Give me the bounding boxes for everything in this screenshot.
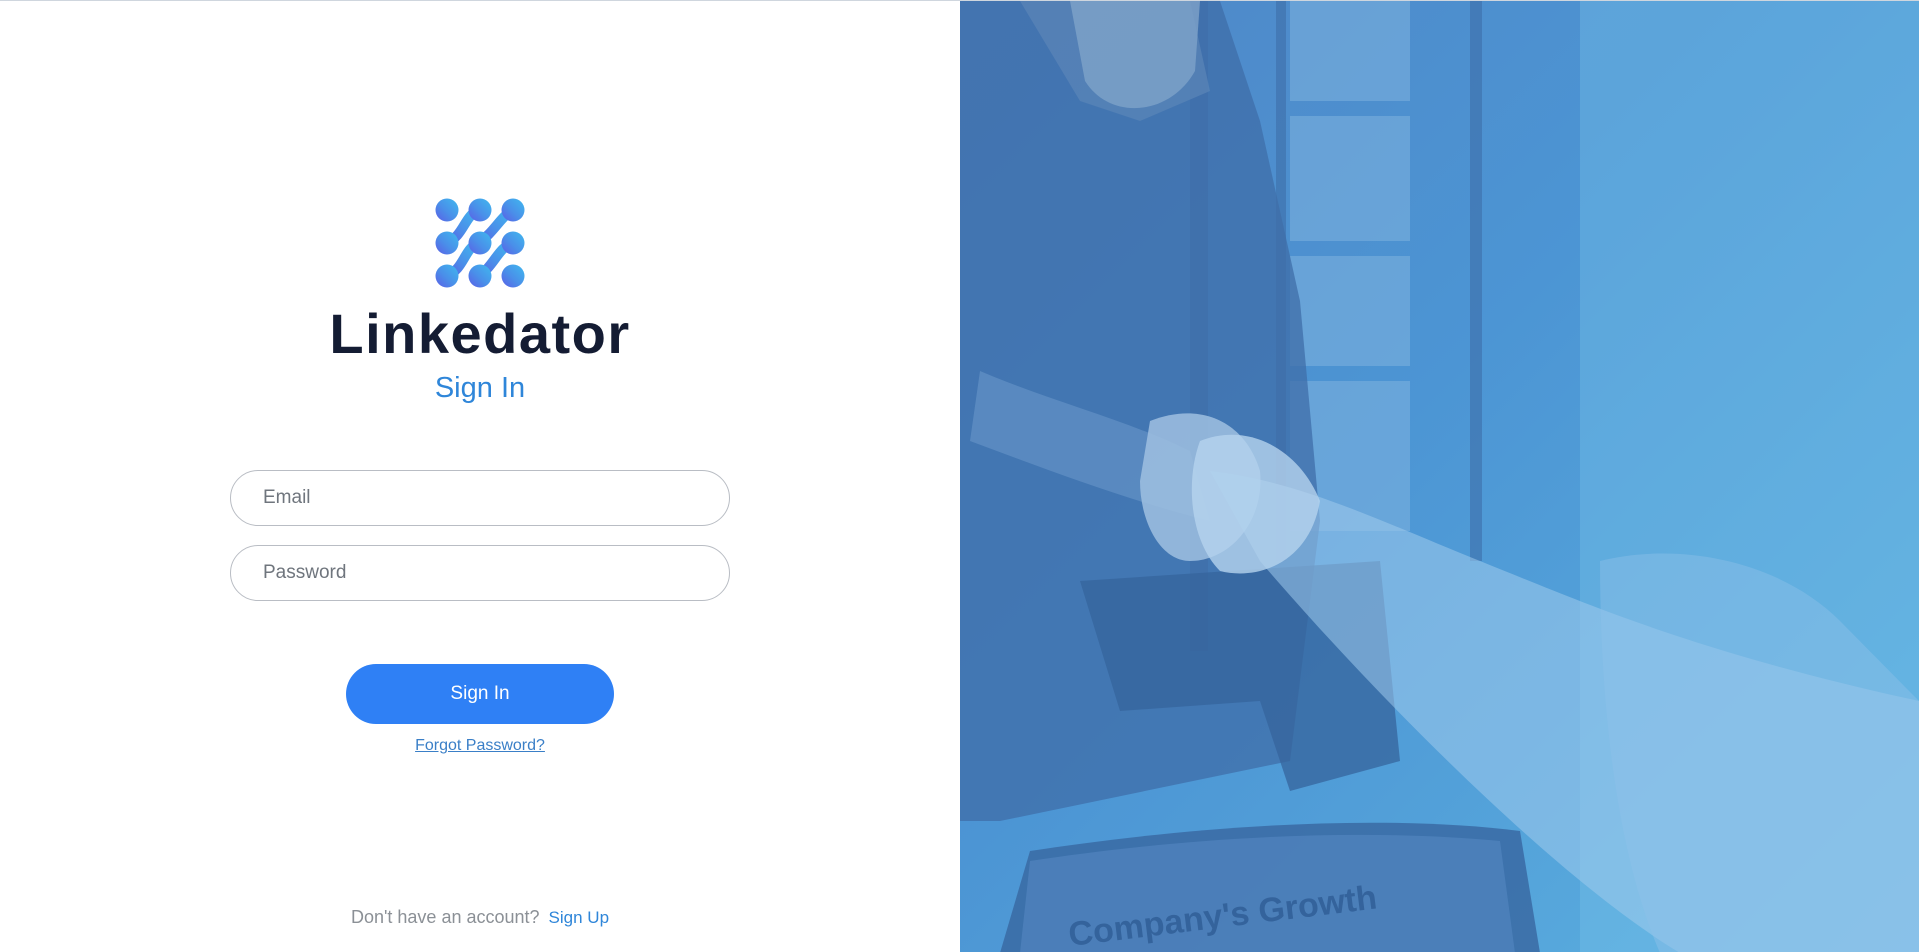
forgot-password-link[interactable]: Forgot Password? (415, 737, 545, 754)
handshake-photo: Company's Growth (960, 1, 1919, 952)
sign-in-panel: Linkedator Sign In Sign In Forgot Passwo… (0, 1, 960, 952)
linkedator-logo-icon (434, 197, 526, 289)
email-field[interactable] (230, 470, 730, 526)
sign-in-page: Linkedator Sign In Sign In Forgot Passwo… (0, 0, 1919, 952)
signup-prompt-row: Don't have an account? Sign Up (0, 906, 960, 929)
brand-name: Linkedator (329, 302, 631, 365)
page-title: Sign In (434, 372, 526, 404)
hero-image: Company's Growth (960, 1, 1919, 952)
signup-prompt-text: Don't have an account? (350, 907, 540, 927)
sign-in-button[interactable]: Sign In (346, 664, 614, 724)
password-field[interactable] (230, 545, 730, 601)
forgot-password-row: Forgot Password? (0, 736, 960, 756)
sign-up-link[interactable]: Sign Up (549, 908, 609, 927)
